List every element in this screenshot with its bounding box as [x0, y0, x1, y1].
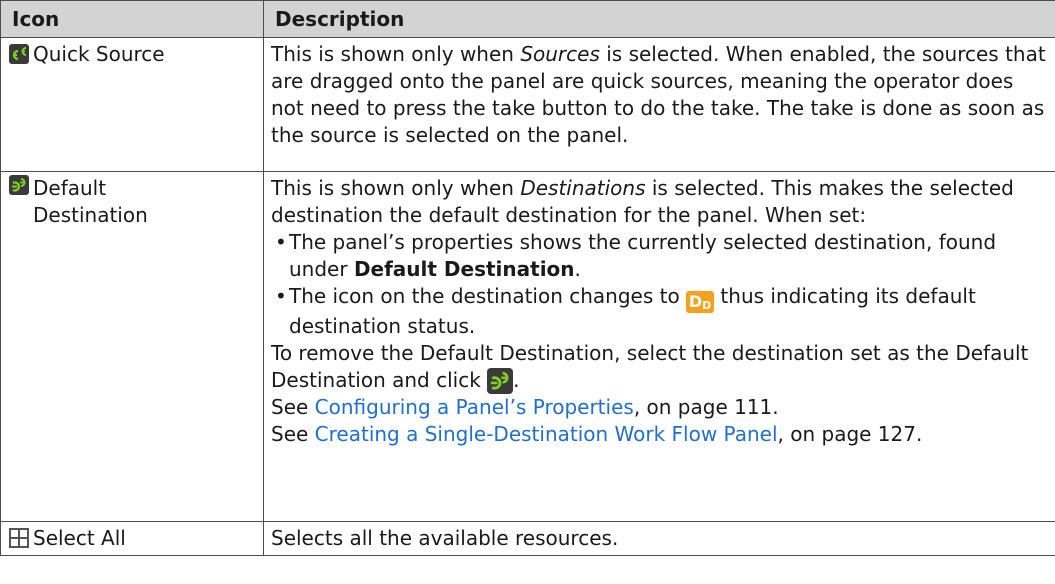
table-row-quick-source: Quick Source This is shown only when Sou…	[0, 37, 1055, 172]
bullet-2-text: The icon on the destination changes to	[289, 284, 687, 308]
default-destination-cell: Default Destination	[0, 171, 264, 522]
default-destination-badge-icon: DD	[686, 291, 715, 313]
default-destination-description: This is shown only when Destinations is …	[263, 171, 1055, 522]
quick-desc-em: Sources	[520, 42, 600, 66]
default-desc-em: Destinations	[520, 176, 646, 200]
link-configuring-panel-properties[interactable]: Configuring a Panel’s Properties	[315, 395, 634, 419]
bullet-1-bold: Default Destination	[353, 257, 575, 281]
see2-post: , on page 127.	[777, 422, 923, 446]
table-row-select-all: Select All Selects all the available res…	[0, 521, 1055, 556]
default-bullet-list: The panel’s properties shows the current…	[271, 229, 1049, 340]
table-header-row: Icon Description	[0, 0, 1055, 38]
see1-pre: See	[271, 395, 315, 419]
select-all-description: Selects all the available resources.	[263, 521, 1055, 556]
default-destination-inline-icon	[487, 368, 514, 394]
bullet-icon-change: The icon on the destination changes to D…	[271, 283, 1049, 340]
see1-post: , on page 111.	[633, 395, 779, 419]
remove-text: To remove the Default Destination, selec…	[271, 341, 1029, 392]
quick-desc-text: This is shown only when	[271, 42, 521, 66]
quick-source-icon	[9, 44, 29, 64]
icon-description-table: Icon Description Quick Source This is sh…	[0, 0, 1055, 556]
quick-source-label: Quick Source	[33, 42, 165, 66]
header-icon: Icon	[0, 0, 264, 38]
see-also-1: See Configuring a Panel’s Properties, on…	[271, 394, 1049, 421]
default-desc-intro: This is shown only when Destinations is …	[271, 175, 1049, 229]
bullet-properties: The panel’s properties shows the current…	[271, 229, 1049, 283]
default-destination-label: Default Destination	[33, 176, 148, 227]
link-creating-single-destination-panel[interactable]: Creating a Single-Destination Work Flow …	[315, 422, 778, 446]
select-all-label: Select All	[33, 526, 126, 550]
quick-source-description: This is shown only when Sources is selec…	[263, 37, 1055, 172]
bullet-1-end: .	[574, 257, 581, 281]
see2-pre: See	[271, 422, 315, 446]
default-desc-text: This is shown only when	[271, 176, 521, 200]
select-all-cell: Select All	[0, 521, 264, 556]
badge-letter: D	[688, 292, 703, 311]
select-all-icon	[9, 528, 29, 548]
default-destination-icon	[9, 175, 29, 195]
see-also-2: See Creating a Single-Destination Work F…	[271, 421, 1049, 448]
remove-end: .	[513, 368, 520, 392]
remove-instructions: To remove the Default Destination, selec…	[271, 340, 1049, 394]
header-description: Description	[263, 0, 1055, 38]
badge-sub-letter: D	[702, 299, 712, 312]
table-row-default-destination: Default Destination This is shown only w…	[0, 171, 1055, 522]
quick-source-cell: Quick Source	[0, 37, 264, 172]
